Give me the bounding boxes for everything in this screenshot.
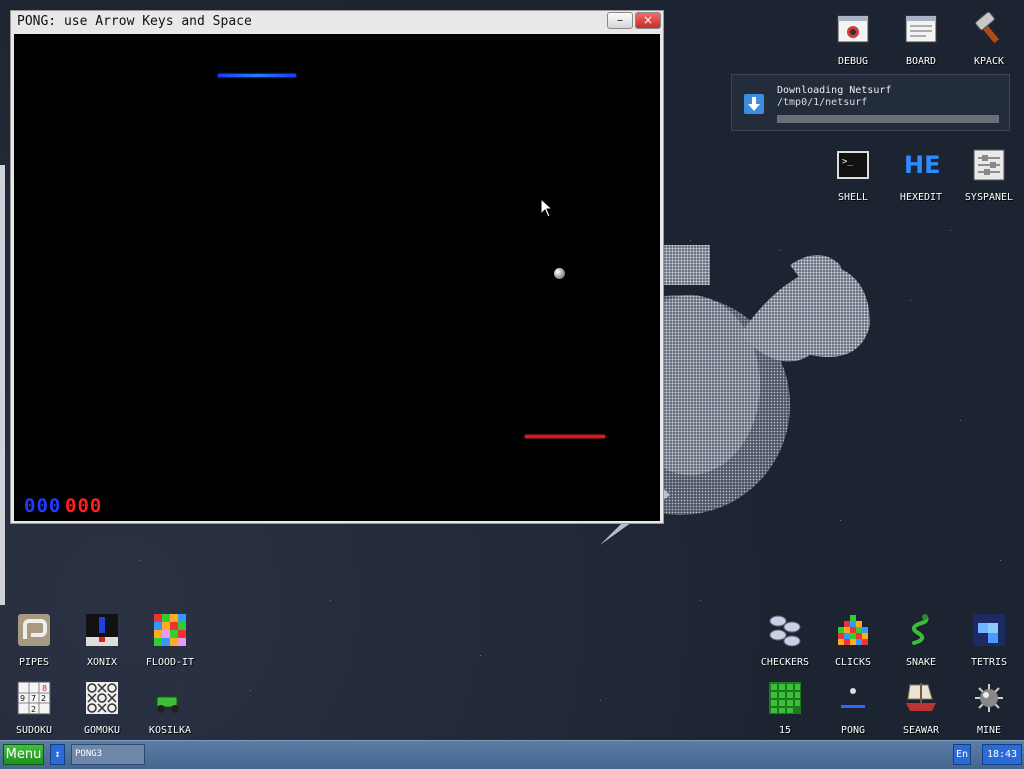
desktop-icon-hexedit[interactable]: HE HEXEDIT bbox=[887, 148, 955, 203]
star bbox=[700, 600, 701, 601]
desktop-icon-label: TETRIS bbox=[970, 657, 1008, 668]
desktop-icon-syspanel[interactable]: SYSPANEL bbox=[955, 148, 1023, 203]
terminal-icon: >_ bbox=[836, 148, 870, 182]
desktop-icon-xonix[interactable]: XONIX bbox=[68, 613, 136, 668]
lawnmower-icon bbox=[153, 681, 187, 715]
pong-ball bbox=[554, 268, 565, 279]
pong-icon bbox=[836, 681, 870, 715]
desktop-icon-label: SNAKE bbox=[905, 657, 937, 668]
taskbar: Menu ↕ PONG3 En 18:43 bbox=[0, 740, 1024, 769]
desktop-icon-label: XONIX bbox=[86, 657, 118, 668]
star bbox=[910, 300, 911, 301]
desktop-icon-board[interactable]: BOARD bbox=[887, 12, 955, 67]
desktop-icon-label: 15 bbox=[778, 725, 792, 736]
notification-title: Downloading Netsurf bbox=[777, 85, 892, 96]
desktop-icon-label: CLICKS bbox=[834, 657, 872, 668]
desktop-icon-label: DEBUG bbox=[837, 56, 869, 67]
desktop-icon-kosilka[interactable]: KOSILKA bbox=[136, 681, 204, 736]
hammer-icon bbox=[972, 11, 1006, 46]
sudoku-icon: 89722 bbox=[17, 681, 51, 715]
board-icon bbox=[904, 12, 938, 46]
blue-score: 000 bbox=[24, 495, 62, 517]
tetris-icon bbox=[972, 613, 1006, 647]
desktop-icon-gomoku[interactable]: GOMOKU bbox=[68, 681, 136, 736]
desktop-icon-label: MINE bbox=[976, 725, 1002, 736]
desktop-icon-tetris[interactable]: TETRIS bbox=[955, 613, 1023, 668]
taskbar-item-pong3[interactable]: PONG3 bbox=[71, 744, 145, 765]
desktop-icon-label: SHELL bbox=[837, 192, 869, 203]
desktop-icon-label: CHECKERS bbox=[760, 657, 810, 668]
flood-it-icon bbox=[153, 613, 187, 647]
star bbox=[1000, 560, 1001, 561]
snake-icon bbox=[904, 613, 938, 647]
red-paddle bbox=[525, 435, 605, 438]
star bbox=[140, 560, 141, 561]
desktop-icon-label: PONG bbox=[840, 725, 866, 736]
pipes-icon bbox=[17, 613, 51, 647]
red-score: 000 bbox=[65, 495, 103, 517]
clicks-icon bbox=[836, 613, 870, 647]
star bbox=[250, 690, 251, 691]
desktop-icon-label: FLOOD-IT bbox=[145, 657, 195, 668]
svg-text:8: 8 bbox=[42, 684, 47, 693]
desktop-icon-sudoku[interactable]: 89722 SUDOKU bbox=[0, 681, 68, 736]
desktop-icon-label: KPACK bbox=[973, 56, 1005, 67]
star bbox=[950, 230, 951, 231]
gomoku-icon bbox=[85, 681, 119, 715]
desktop-icon-label: SYSPANEL bbox=[964, 192, 1014, 203]
pong-window[interactable]: PONG: use Arrow Keys and Space – × 000 0… bbox=[10, 10, 664, 524]
mouse-pointer-icon bbox=[540, 198, 554, 218]
svg-text:2: 2 bbox=[41, 694, 46, 703]
xonix-icon bbox=[85, 613, 119, 647]
blue-paddle bbox=[218, 74, 296, 77]
desktop-icon-shell[interactable]: >_ SHELL bbox=[819, 148, 887, 203]
debug-icon bbox=[836, 12, 870, 46]
desktop-icon-15[interactable]: 15 bbox=[751, 681, 819, 736]
sliders-icon bbox=[972, 148, 1006, 182]
desktop-icon-debug[interactable]: DEBUG bbox=[819, 12, 887, 67]
svg-text:2: 2 bbox=[31, 705, 36, 714]
desktop-icon-snake[interactable]: SNAKE bbox=[887, 613, 955, 668]
desktop-icon-mine[interactable]: MINE bbox=[955, 681, 1023, 736]
desktop-icon-label: GOMOKU bbox=[83, 725, 121, 736]
download-icon bbox=[744, 94, 764, 114]
star bbox=[600, 700, 601, 701]
window-title: PONG: use Arrow Keys and Space bbox=[17, 14, 252, 29]
fifteen-puzzle-icon bbox=[768, 681, 802, 715]
desktop-icon-label: PIPES bbox=[18, 657, 50, 668]
left-edge-strip bbox=[0, 165, 5, 605]
star bbox=[960, 420, 961, 421]
star bbox=[480, 655, 481, 656]
download-progress-bar bbox=[777, 115, 999, 123]
language-indicator[interactable]: En bbox=[953, 744, 971, 765]
svg-text:9: 9 bbox=[20, 694, 25, 703]
window-switch-button[interactable]: ↕ bbox=[50, 744, 65, 765]
svg-text:7: 7 bbox=[31, 694, 36, 703]
desktop-icon-clicks[interactable]: CLICKS bbox=[819, 613, 887, 668]
notification-path: /tmp0/1/netsurf bbox=[777, 97, 868, 108]
menu-button[interactable]: Menu bbox=[3, 744, 44, 765]
minimize-button[interactable]: – bbox=[607, 12, 633, 29]
desktop-icon-pipes[interactable]: PIPES bbox=[0, 613, 68, 668]
mine-icon bbox=[972, 681, 1006, 715]
desktop-icon-label: KOSILKA bbox=[148, 725, 192, 736]
close-button[interactable]: × bbox=[635, 12, 661, 29]
desktop-icon-label: SUDOKU bbox=[15, 725, 53, 736]
desktop-icon-kpack[interactable]: KPACK bbox=[955, 11, 1023, 67]
hexedit-icon: HE bbox=[904, 151, 941, 179]
download-notification[interactable]: Downloading Netsurf /tmp0/1/netsurf bbox=[731, 74, 1010, 131]
desktop-icon-flood-it[interactable]: FLOOD-IT bbox=[136, 613, 204, 668]
desktop-icon-label: BOARD bbox=[905, 56, 937, 67]
pong-game-canvas[interactable]: 000 000 bbox=[14, 34, 660, 521]
ship-icon bbox=[904, 681, 938, 715]
desktop-icon-label: SEAWAR bbox=[902, 725, 940, 736]
svg-text:>_: >_ bbox=[842, 157, 853, 167]
star bbox=[330, 600, 331, 601]
desktop-icon-label: HEXEDIT bbox=[899, 192, 943, 203]
desktop-icon-pong[interactable]: PONG bbox=[819, 681, 887, 736]
desktop-icon-checkers[interactable]: CHECKERS bbox=[751, 613, 819, 668]
desktop-icon-seawar[interactable]: SEAWAR bbox=[887, 681, 955, 736]
clock[interactable]: 18:43 bbox=[982, 744, 1022, 765]
checkers-icon bbox=[768, 613, 802, 647]
